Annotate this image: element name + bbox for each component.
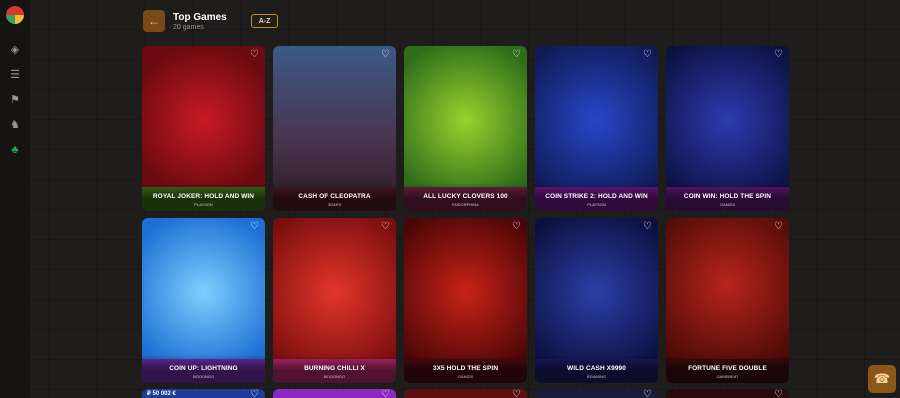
game-name: ROYAL JOKER: HOLD AND WIN <box>152 193 255 200</box>
game-card[interactable]: ♡ <box>273 389 396 398</box>
sort-az-button[interactable]: A-Z <box>250 14 279 28</box>
favorite-heart-icon[interactable]: ♡ <box>512 50 521 60</box>
game-name: 3X5 HOLD THE SPIN <box>432 365 499 372</box>
support-button[interactable]: ☎ <box>868 365 896 393</box>
game-name: COIN WIN: HOLD THE SPIN <box>683 193 772 200</box>
favorite-heart-icon[interactable]: ♡ <box>774 390 783 398</box>
game-card[interactable]: ♡ WILD CASH X9990 BGAMING <box>535 218 658 383</box>
game-name: COIN UP: LIGHTNING <box>169 365 238 372</box>
game-card[interactable]: ♡ ALL LUCKY CLOVERS 100 ENDORPHINA <box>404 46 527 211</box>
favorite-heart-icon[interactable]: ♡ <box>643 50 652 60</box>
game-card[interactable]: ♡ <box>535 389 658 398</box>
casino-chip-icon[interactable]: ◈ <box>8 43 22 57</box>
game-card[interactable]: ₽ 50 002 € ♡ <box>142 389 265 398</box>
favorite-heart-icon[interactable]: ♡ <box>250 390 259 398</box>
game-provider: GAMZIX <box>719 202 736 207</box>
game-card[interactable]: ♡ ROYAL JOKER: HOLD AND WIN PLAYSON <box>142 46 265 211</box>
game-card[interactable]: ♡ <box>404 389 527 398</box>
favorite-heart-icon[interactable]: ♡ <box>381 222 390 232</box>
favorite-heart-icon[interactable]: ♡ <box>774 222 783 232</box>
game-provider: BOOONGO <box>192 374 215 379</box>
live-icon[interactable]: ☰ <box>8 68 22 82</box>
page-title: Top Games <box>173 11 227 23</box>
game-card[interactable]: ♡ COIN STRIKE 2: HOLD AND WIN PLAYSON <box>535 46 658 211</box>
game-name: FORTUNE FIVE DOUBLE <box>688 365 767 372</box>
favorite-heart-icon[interactable]: ♡ <box>512 390 521 398</box>
game-provider: 3OAKS <box>327 202 342 207</box>
game-name: WILD CASH X9990 <box>567 365 626 372</box>
next-row-partial: ₽ 50 002 € ♡ ♡ ♡ ♡ ♡ <box>142 389 789 398</box>
sidebar: ◈ ☰ ⚑ ♞ ♣ <box>0 0 30 398</box>
game-provider: BOOONGO <box>323 374 346 379</box>
game-card[interactable]: ♡ BURNING CHILLI X BOOONGO <box>273 218 396 383</box>
favorite-heart-icon[interactable]: ♡ <box>250 222 259 232</box>
game-provider: ENDORPHINA <box>452 202 479 207</box>
sports-icon[interactable]: ⚑ <box>8 93 22 107</box>
favorite-heart-icon[interactable]: ♡ <box>643 390 652 398</box>
jackpot-label: ₽ 50 002 € <box>147 391 176 397</box>
game-provider: PLAYSON <box>194 202 213 207</box>
lucky-icon[interactable]: ♣ <box>8 143 22 157</box>
page-header: ← Top Games 20 games A-Z <box>143 10 279 32</box>
arrow-left-icon: ← <box>148 14 160 28</box>
back-button[interactable]: ← <box>143 10 165 32</box>
favorite-heart-icon[interactable]: ♡ <box>643 222 652 232</box>
horse-icon[interactable]: ♞ <box>8 118 22 132</box>
game-card[interactable]: ♡ CASH OF CLEOPATRA 3OAKS <box>273 46 396 211</box>
games-count: 20 games <box>173 23 204 31</box>
game-provider: BGAMING <box>587 374 606 379</box>
game-card[interactable]: ♡ COIN UP: LIGHTNING BOOONGO <box>142 218 265 383</box>
game-provider: PLAYSON <box>587 202 606 207</box>
game-card[interactable]: ♡ FORTUNE FIVE DOUBLE GAMEBEAT <box>666 218 789 383</box>
favorite-heart-icon[interactable]: ♡ <box>381 390 390 398</box>
brand-logo[interactable] <box>6 6 24 24</box>
game-name: COIN STRIKE 2: HOLD AND WIN <box>545 193 648 200</box>
game-card[interactable]: ♡ COIN WIN: HOLD THE SPIN GAMZIX <box>666 46 789 211</box>
game-provider: GAMZIX <box>457 374 474 379</box>
favorite-heart-icon[interactable]: ♡ <box>774 50 783 60</box>
game-card[interactable]: ♡ 3X5 HOLD THE SPIN GAMZIX <box>404 218 527 383</box>
favorite-heart-icon[interactable]: ♡ <box>381 50 390 60</box>
game-name: CASH OF CLEOPATRA <box>298 193 371 200</box>
favorite-heart-icon[interactable]: ♡ <box>250 50 259 60</box>
games-grid: ♡ ROYAL JOKER: HOLD AND WIN PLAYSON ♡ CAS… <box>142 46 789 383</box>
game-provider: GAMEBEAT <box>716 374 739 379</box>
game-card[interactable]: ♡ <box>666 389 789 398</box>
game-name: BURNING CHILLI X <box>304 365 365 372</box>
favorite-heart-icon[interactable]: ♡ <box>512 222 521 232</box>
game-name: ALL LUCKY CLOVERS 100 <box>423 193 508 200</box>
headset-icon: ☎ <box>873 371 891 386</box>
